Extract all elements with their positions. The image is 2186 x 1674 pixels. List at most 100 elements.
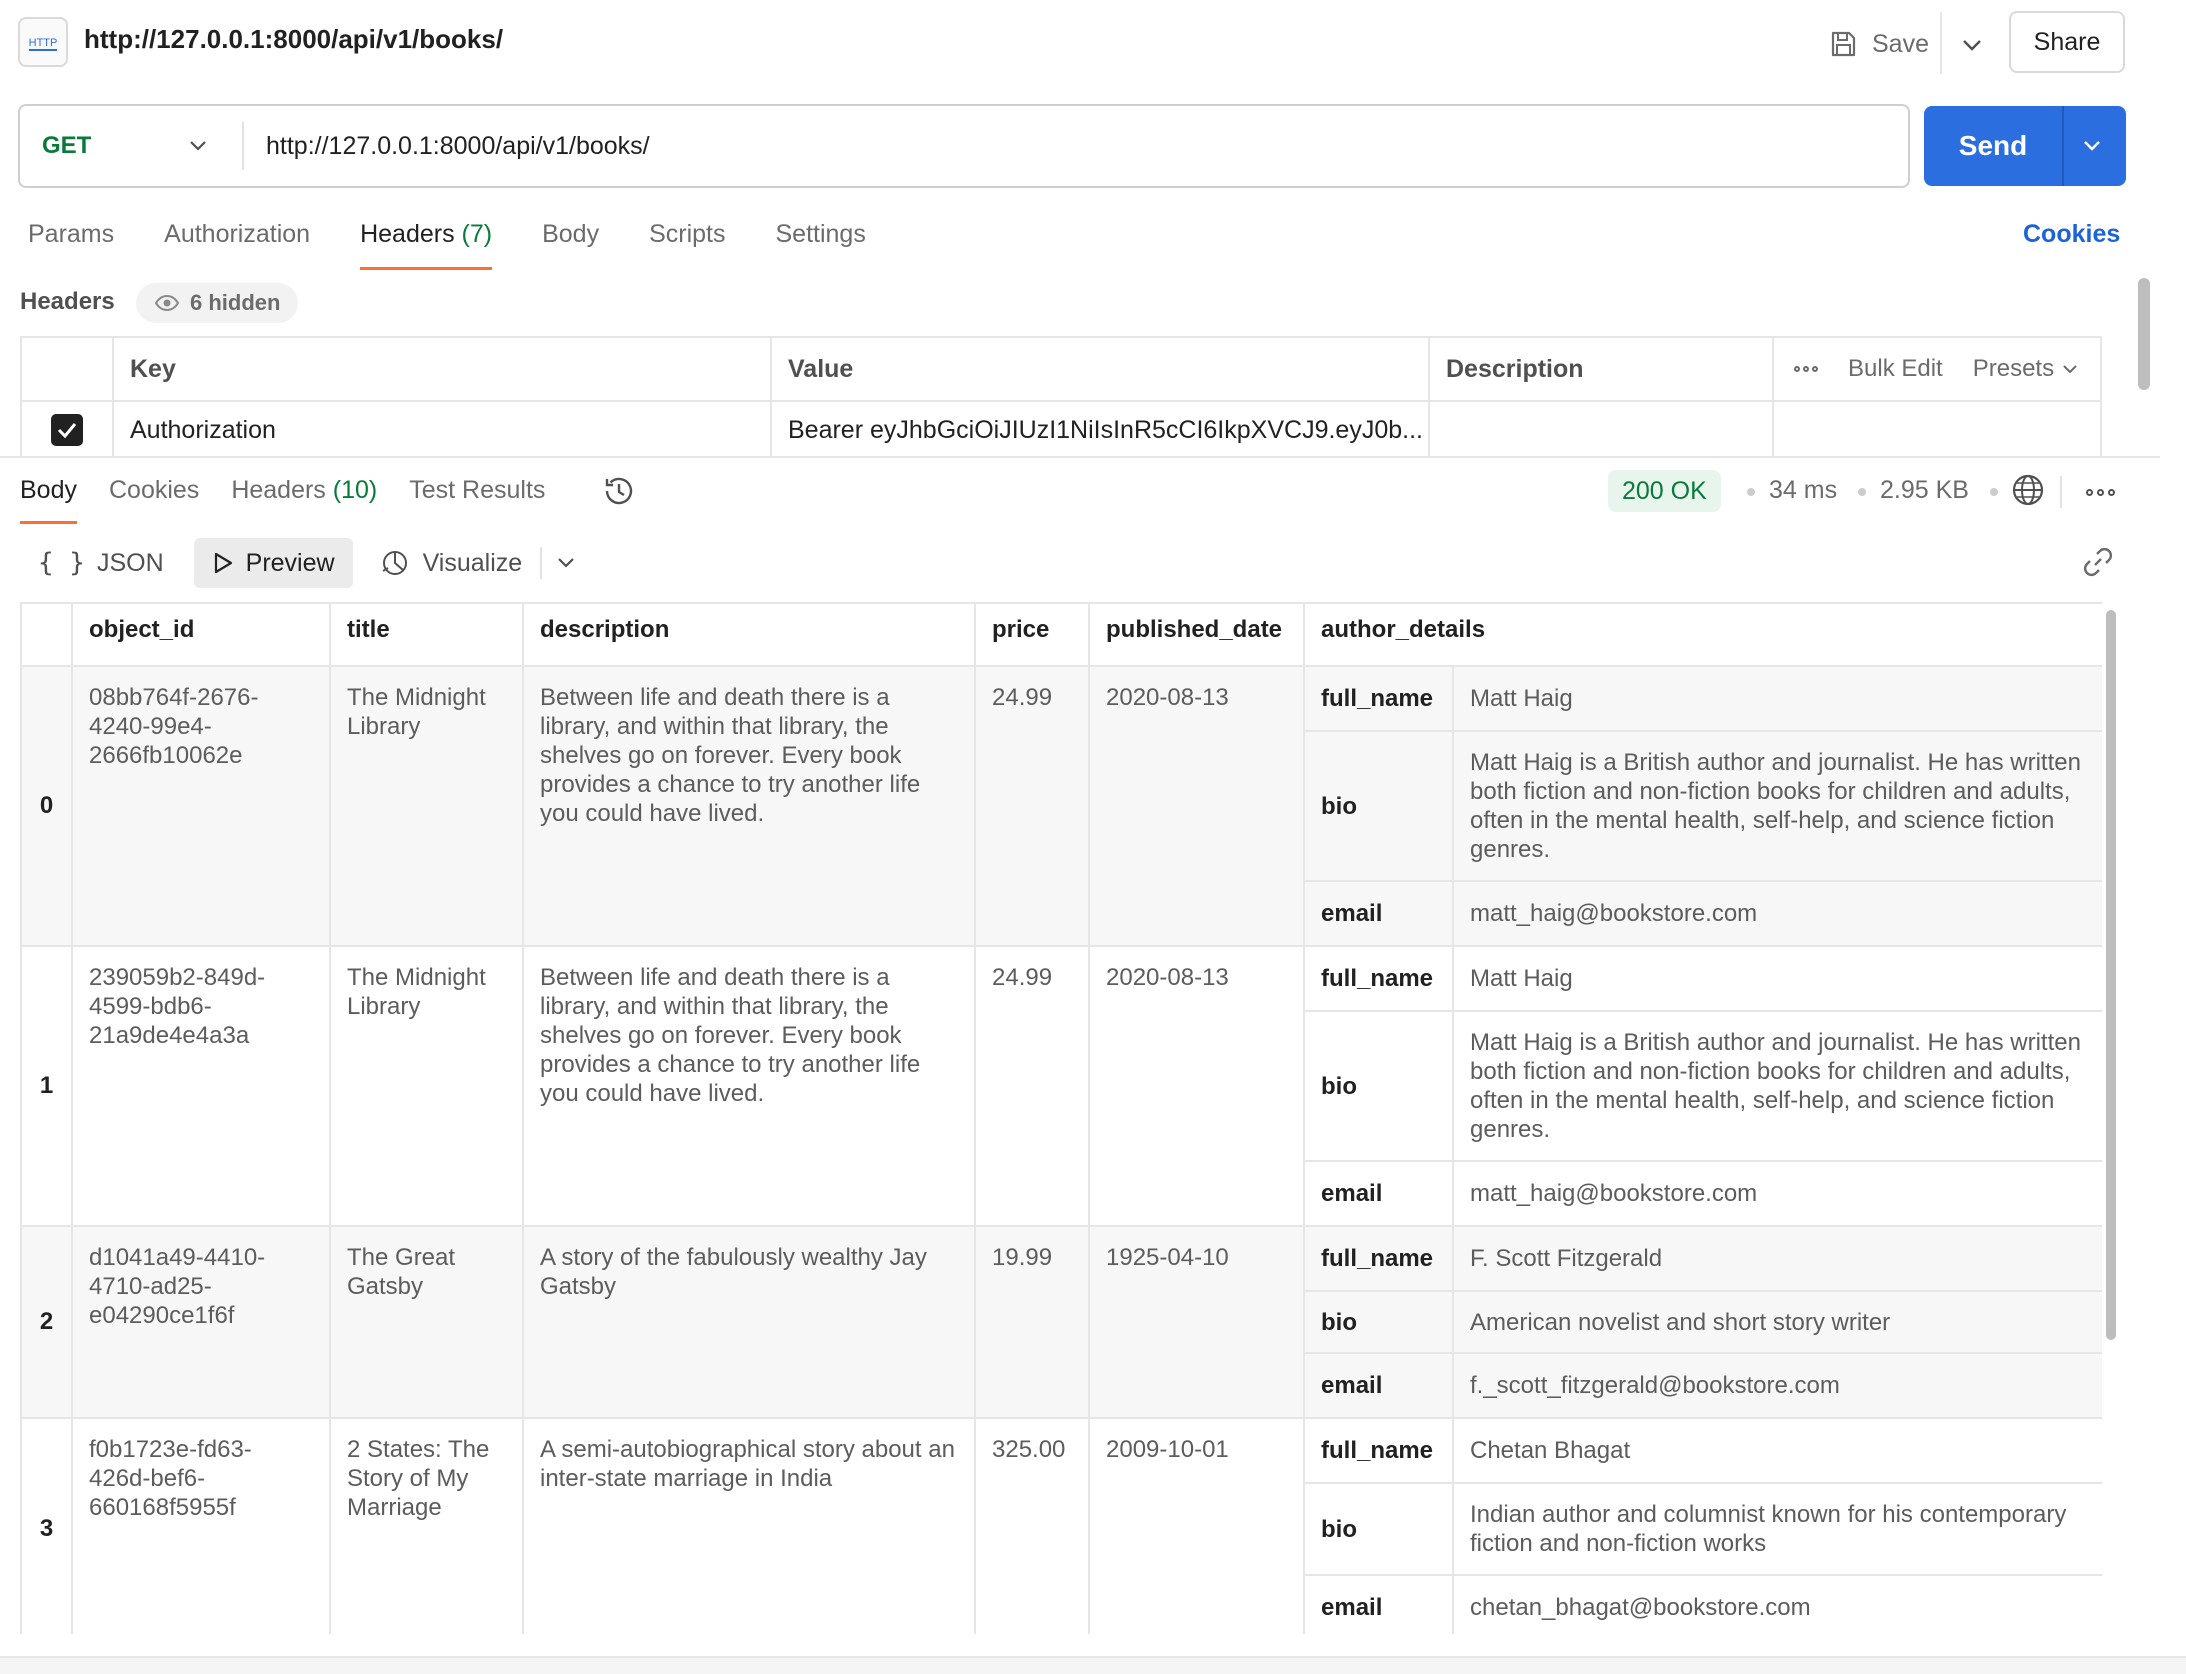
author-email: matt_haig@bookstore.com — [1470, 1180, 1758, 1207]
cookies-link[interactable]: Cookies — [2023, 220, 2120, 249]
tab-settings[interactable]: Settings — [775, 220, 865, 270]
checkbox-column-header — [22, 338, 114, 400]
divider — [242, 122, 244, 170]
hidden-headers-label: 6 hidden — [190, 290, 281, 315]
author-key: email — [1305, 881, 1454, 945]
response-time[interactable]: 34 ms — [1769, 476, 1837, 505]
request-title-bar: HTTP http://127.0.0.1:8000/api/v1/books/… — [0, 0, 2150, 86]
view-visualize-button[interactable]: Visualize — [361, 538, 541, 588]
link-icon[interactable] — [2080, 544, 2116, 580]
row-index: 3 — [22, 1418, 73, 1634]
tab-headers-label: Headers — [360, 220, 455, 248]
save-button[interactable]: Save — [1828, 22, 1929, 66]
tab-response-body[interactable]: Body — [20, 476, 77, 524]
column-header-value: Value — [772, 338, 1430, 400]
more-options-icon[interactable] — [1794, 366, 1818, 372]
tab-response-cookies[interactable]: Cookies — [109, 476, 199, 524]
author-key: email — [1305, 1353, 1454, 1417]
published-date-cell: 1925-04-10 — [1089, 1226, 1305, 1419]
status-badge[interactable]: 200 OK — [1608, 470, 1721, 512]
request-pane-scrollbar[interactable] — [2138, 278, 2150, 390]
author-key: bio — [1305, 1291, 1454, 1354]
history-icon[interactable] — [600, 472, 638, 510]
view-visualize-label: Visualize — [422, 548, 523, 577]
chevron-down-icon[interactable] — [184, 132, 212, 160]
tab-scripts[interactable]: Scripts — [649, 220, 725, 270]
headers-table: Key Value Description Bulk Edit Presets … — [20, 336, 2102, 458]
share-button[interactable]: Share — [2009, 11, 2125, 73]
author-key: email — [1305, 1575, 1454, 1634]
column-header-author-details: author_details — [1304, 604, 2102, 667]
view-options-chevron-down-icon[interactable] — [542, 538, 590, 588]
header-key-cell[interactable]: Authorization — [114, 402, 772, 458]
object-id-cell: f0b1723e-fd63-426d-bef6-660168f5955f — [72, 1418, 331, 1634]
description-cell: A semi-autobiographical story about an i… — [523, 1418, 976, 1634]
request-url-bar: GET — [18, 104, 1910, 188]
response-size[interactable]: 2.95 KB — [1880, 476, 1969, 505]
separator-dot — [1858, 488, 1866, 496]
headers-table-header: Key Value Description Bulk Edit Presets — [22, 338, 2100, 402]
bulk-edit-button[interactable]: Bulk Edit — [1848, 355, 1943, 383]
tab-response-headers-count: (10) — [332, 476, 378, 504]
author-key: bio — [1305, 1483, 1454, 1576]
column-header-object-id: object_id — [72, 604, 331, 667]
hidden-headers-toggle[interactable]: 6 hidden — [136, 283, 299, 323]
send-options-chevron-down-icon[interactable] — [2076, 130, 2108, 162]
header-enabled-checkbox[interactable] — [51, 414, 83, 446]
view-json-button[interactable]: { } JSON — [20, 538, 182, 588]
author-bio: Matt Haig is a British author and journa… — [1453, 1011, 2102, 1162]
author-bio: Matt Haig is a British author and journa… — [1453, 731, 2102, 882]
view-json-label: JSON — [96, 548, 164, 577]
tab-headers[interactable]: Headers (7) — [360, 220, 493, 270]
url-input[interactable] — [264, 118, 1884, 174]
tab-authorization[interactable]: Authorization — [164, 220, 310, 270]
author-details-cell: full_name Matt Haig bio Matt Haig is a Bri… — [1304, 946, 2102, 1227]
headers-actions: Bulk Edit Presets — [1774, 338, 2078, 400]
price-cell: 325.00 — [975, 1418, 1090, 1634]
description-cell: Between life and death there is a librar… — [523, 946, 976, 1227]
table-row: 1 239059b2-849d-4599-bdb6-21a9de4e4a3a T… — [22, 946, 2102, 1227]
author-full-name: Matt Haig — [1453, 947, 2102, 1012]
svg-text:HTTP: HTTP — [29, 37, 58, 49]
tab-params[interactable]: Params — [28, 220, 114, 270]
object-id-cell: 239059b2-849d-4599-bdb6-21a9de4e4a3a — [72, 946, 331, 1227]
title-cell: The Great Gatsby — [330, 1226, 524, 1419]
header-value-cell[interactable]: Bearer eyJhbGciOiJIUzI1NiIsInR5cCI6IkpXV… — [772, 402, 1430, 458]
pane-divider[interactable] — [0, 456, 2160, 458]
author-key: full_name — [1305, 1227, 1454, 1292]
response-preview-table: object_id title description price publis… — [20, 602, 2102, 1634]
author-full-name: Chetan Bhagat — [1453, 1419, 2102, 1484]
author-email: matt_haig@bookstore.com — [1453, 881, 2102, 945]
status-bar — [0, 1656, 2186, 1674]
price-cell: 24.99 — [975, 666, 1090, 947]
author-email: chetan_bhagat@bookstore.com — [1470, 1594, 1811, 1621]
table-scrollbar-thumb[interactable] — [2106, 610, 2116, 1340]
save-options-chevron-down-icon[interactable] — [1955, 28, 1989, 62]
tab-response-headers[interactable]: Headers (10) — [231, 476, 377, 524]
view-preview-button[interactable]: Preview — [193, 538, 353, 588]
tab-body[interactable]: Body — [542, 220, 599, 270]
globe-icon[interactable] — [2010, 472, 2046, 508]
price-cell: 19.99 — [975, 1226, 1090, 1419]
tab-test-results[interactable]: Test Results — [409, 476, 545, 524]
author-details-cell: full_name Chetan Bhagat bio Indian author … — [1304, 1418, 2102, 1634]
column-header-key: Key — [114, 338, 772, 400]
title-cell: 2 States: The Story of My Marriage — [330, 1418, 524, 1634]
author-full-name: Matt Haig — [1453, 667, 2102, 732]
published-date-cell: 2020-08-13 — [1089, 666, 1305, 947]
author-details-cell: full_name F. Scott Fitzgerald bio American… — [1304, 1226, 2102, 1419]
presets-dropdown[interactable]: Presets — [1973, 355, 2078, 383]
request-name[interactable]: http://127.0.0.1:8000/api/v1/books/ — [84, 24, 503, 55]
save-icon — [1831, 31, 1856, 57]
author-email: f._scott_fitzgerald@bookstore.com — [1453, 1353, 2102, 1417]
send-button[interactable]: Send — [1924, 106, 2126, 186]
row-index: 1 — [22, 946, 73, 1227]
play-icon — [214, 552, 232, 574]
tab-headers-count: (7) — [461, 220, 493, 248]
divider — [2062, 106, 2064, 186]
header-description-cell[interactable] — [1430, 402, 1774, 458]
table-row: 2 d1041a49-4410-4710-ad25-e04290ce1f6f T… — [22, 1226, 2102, 1419]
more-options-icon[interactable] — [2082, 476, 2118, 508]
author-key: email — [1305, 1161, 1454, 1225]
header-enabled-cell — [22, 402, 114, 458]
